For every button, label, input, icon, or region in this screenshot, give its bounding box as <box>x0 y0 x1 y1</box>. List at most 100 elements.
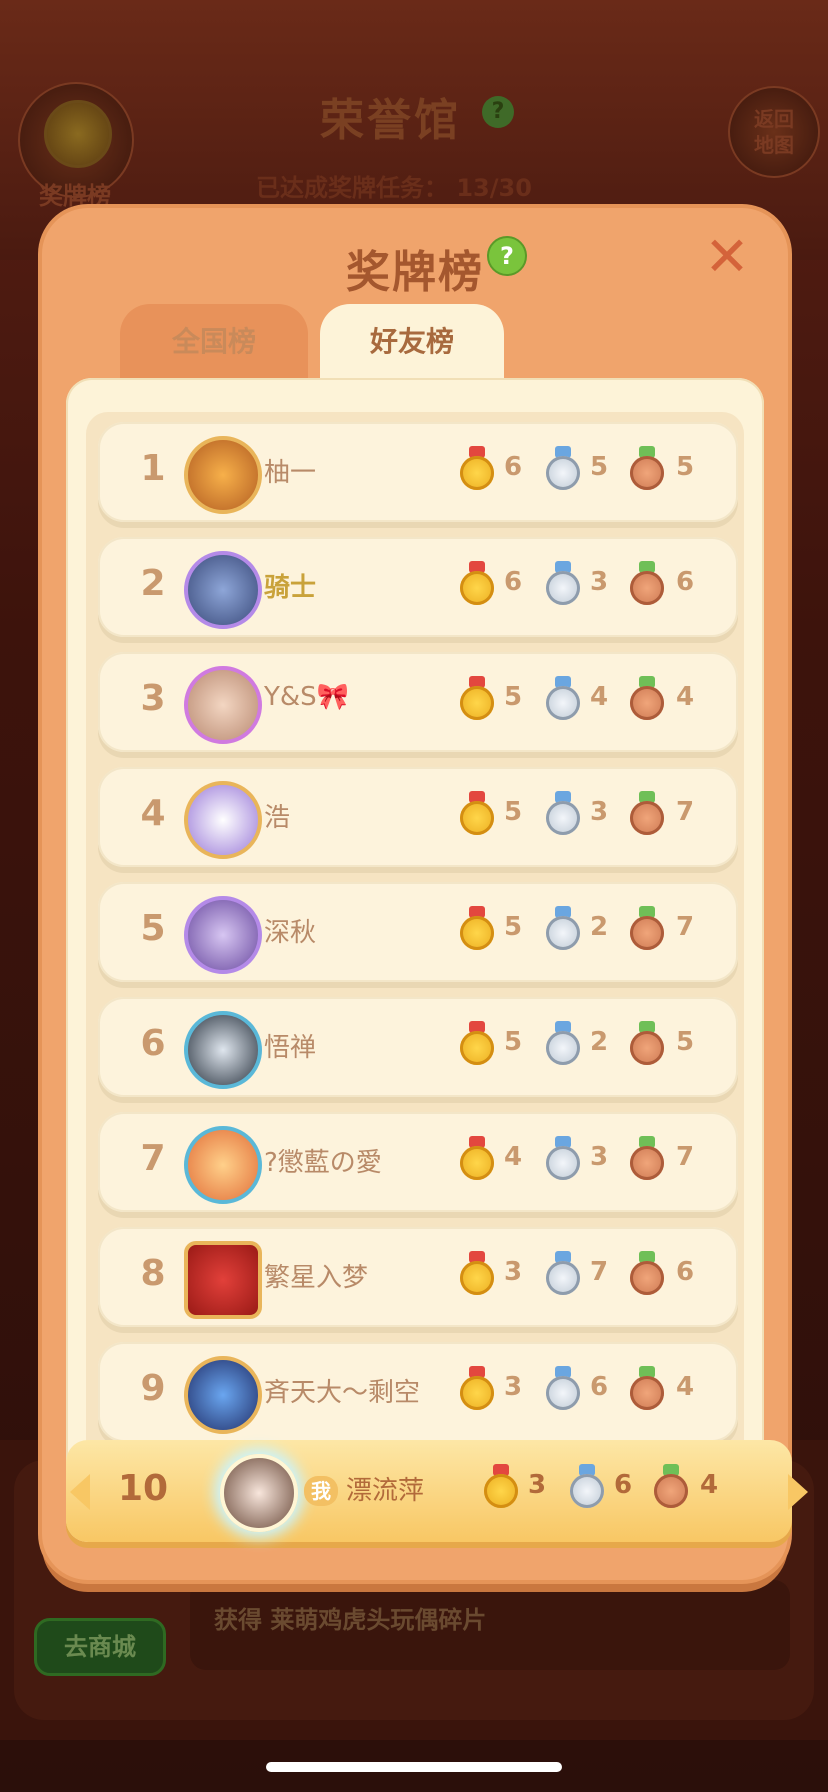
avatar[interactable] <box>184 436 262 514</box>
bronze-count: 5 <box>675 452 695 482</box>
leaderboard-row[interactable]: 7 ?懲藍の愛 4 3 7 <box>98 1112 738 1212</box>
gold-medal-icon <box>460 1251 494 1297</box>
rank-number: 1 <box>140 448 166 489</box>
return-label-line2: 地图 <box>754 133 794 157</box>
my-name: 漂流萍 <box>346 1476 425 1506</box>
bronze-medal-icon <box>630 446 664 492</box>
silver-medal-icon <box>546 1021 580 1067</box>
leaderboard-row[interactable]: 6 悟禅 5 2 5 <box>98 997 738 1097</box>
rank-number: 7 <box>140 1138 166 1179</box>
bronze-medal-icon <box>630 561 664 607</box>
bronze-medal-icon <box>630 791 664 837</box>
tab-friends[interactable]: 好友榜 <box>320 304 504 380</box>
leaderboard-row[interactable]: 1 柚一 6 5 5 <box>98 422 738 522</box>
leaderboard-row[interactable]: 8 繁星入梦 3 7 6 <box>98 1227 738 1327</box>
avatar[interactable] <box>184 781 262 859</box>
silver-count: 4 <box>589 682 609 712</box>
gold-medal-icon <box>460 906 494 952</box>
leaderboard-row[interactable]: 3 Y&S🎀 5 4 4 <box>98 652 738 752</box>
my-rank-number: 10 <box>117 1468 169 1509</box>
arrow-left-icon <box>70 1474 90 1510</box>
medal-icon <box>44 100 112 168</box>
silver-medal-icon <box>546 1251 580 1297</box>
silver-count: 2 <box>589 1027 609 1057</box>
bronze-count: 7 <box>675 912 695 942</box>
bronze-count: 4 <box>699 1470 719 1500</box>
hall-title: 荣誉馆 <box>320 95 461 146</box>
silver-count: 3 <box>589 567 609 597</box>
rank-number: 8 <box>140 1253 166 1294</box>
silver-count: 6 <box>589 1372 609 1402</box>
medal-task-progress: 已达成奖牌任务： 13/30 <box>256 174 532 202</box>
leaderboard-row[interactable]: 4 浩 5 3 7 <box>98 767 738 867</box>
leaderboard-row[interactable]: 9 斉天大～剩空 3 6 4 <box>98 1342 738 1442</box>
rank-number: 3 <box>140 678 166 719</box>
my-avatar[interactable] <box>220 1454 298 1532</box>
medal-board-modal: 奖牌榜 ? ✕ 全国榜 好友榜 1 柚一 6 5 5 2 骑士 6 3 6 3 … <box>42 208 808 1580</box>
bronze-count: 5 <box>675 1027 695 1057</box>
player-name: ?懲藍の愛 <box>264 1148 382 1178</box>
bronze-count: 4 <box>675 1372 695 1402</box>
bronze-count: 6 <box>675 1257 695 1287</box>
silver-medal-icon <box>546 906 580 952</box>
bronze-medal-icon <box>630 1021 664 1067</box>
bronze-medal-icon <box>630 1136 664 1182</box>
silver-medal-icon <box>546 791 580 837</box>
rank-number: 5 <box>140 908 166 949</box>
gold-count: 5 <box>503 1027 523 1057</box>
silver-count: 3 <box>589 797 609 827</box>
avatar[interactable] <box>184 1241 262 1319</box>
player-name: 骑士 <box>264 573 317 603</box>
home-indicator[interactable] <box>266 1762 562 1772</box>
rank-number: 2 <box>140 563 166 604</box>
close-button[interactable]: ✕ <box>702 230 752 284</box>
gold-count: 6 <box>503 567 523 597</box>
gold-medal-icon <box>460 446 494 492</box>
bronze-medal-icon <box>630 906 664 952</box>
player-name: 深秋 <box>264 918 317 948</box>
avatar[interactable] <box>184 1126 262 1204</box>
bronze-count: 7 <box>675 797 695 827</box>
silver-count: 6 <box>613 1470 633 1500</box>
rank-number: 4 <box>140 793 166 834</box>
tab-national[interactable]: 全国榜 <box>120 304 308 380</box>
modal-title-wrap: 奖牌榜 <box>42 236 788 300</box>
bronze-medal-icon <box>654 1464 688 1510</box>
silver-count: 3 <box>589 1142 609 1172</box>
player-name: Y&S🎀 <box>264 682 350 712</box>
silver-count: 7 <box>589 1257 609 1287</box>
silver-medal-icon <box>546 1136 580 1182</box>
bronze-medal-icon <box>630 1366 664 1412</box>
medal-board-label: 奖牌榜 <box>39 182 111 210</box>
gold-medal-icon <box>460 676 494 722</box>
avatar[interactable] <box>184 551 262 629</box>
silver-medal-icon <box>546 446 580 492</box>
gold-medal-icon <box>484 1464 518 1510</box>
silver-medal-icon <box>546 676 580 722</box>
avatar[interactable] <box>184 896 262 974</box>
return-map-button[interactable]: 返回 地图 <box>728 86 820 178</box>
hall-help-icon[interactable]: ? <box>482 96 514 128</box>
bronze-medal-icon <box>630 676 664 722</box>
me-badge: 我 <box>304 1476 338 1506</box>
gold-medal-icon <box>460 1136 494 1182</box>
my-rank-row[interactable]: 10 我 漂流萍 3 6 4 <box>66 1440 808 1542</box>
gold-count: 3 <box>503 1257 523 1287</box>
silver-medal-icon <box>546 1366 580 1412</box>
avatar[interactable] <box>184 1011 262 1089</box>
rank-number: 9 <box>140 1368 166 1409</box>
leaderboard-row[interactable]: 5 深秋 5 2 7 <box>98 882 738 982</box>
leaderboard-row[interactable]: 2 骑士 6 3 6 <box>98 537 738 637</box>
gold-count: 5 <box>503 797 523 827</box>
help-icon[interactable]: ? <box>487 236 527 276</box>
go-shop-button[interactable]: 去商城 <box>34 1618 166 1676</box>
bronze-medal-icon <box>630 1251 664 1297</box>
bronze-count: 6 <box>675 567 695 597</box>
silver-medal-icon <box>570 1464 604 1510</box>
avatar[interactable] <box>184 666 262 744</box>
player-name: 悟禅 <box>264 1033 317 1063</box>
gold-count: 4 <box>503 1142 523 1172</box>
gold-count: 5 <box>503 912 523 942</box>
avatar[interactable] <box>184 1356 262 1434</box>
gold-count: 3 <box>503 1372 523 1402</box>
